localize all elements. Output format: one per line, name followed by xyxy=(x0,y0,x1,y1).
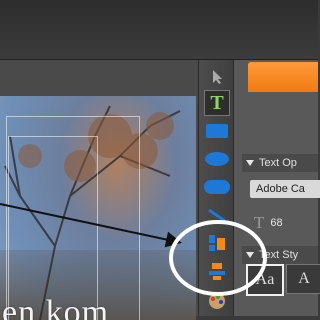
arrow-select-icon xyxy=(213,70,222,84)
toolbox: T xyxy=(198,60,234,316)
panel-tab-header[interactable] xyxy=(248,62,318,92)
color-wheel-icon xyxy=(209,293,225,309)
properties-panel: Text Op Adobe Ca T 68 Text Sty Aa A xyxy=(234,60,320,316)
text-tool-icon: T xyxy=(204,90,230,116)
font-size-value[interactable]: 68 xyxy=(270,217,282,229)
text-tool[interactable]: T xyxy=(201,90,233,116)
align-center-icon xyxy=(209,263,225,280)
photo-canvas[interactable]: en kom xyxy=(0,96,196,320)
text-bounds-guide-inner xyxy=(8,136,98,320)
select-tool[interactable] xyxy=(201,64,233,90)
align-left-icon xyxy=(209,235,225,251)
line-icon xyxy=(208,208,226,223)
color-tool[interactable] xyxy=(201,288,233,314)
align-left-tool[interactable] xyxy=(201,230,233,256)
canvas-area[interactable]: en kom xyxy=(0,60,198,320)
ellipse-icon xyxy=(205,152,229,166)
text-style-swatch[interactable]: Aa xyxy=(246,264,284,296)
font-family-select[interactable]: Adobe Ca xyxy=(250,180,320,198)
rectangle-tool[interactable] xyxy=(201,118,233,144)
rounded-rectangle-icon xyxy=(204,180,230,194)
canvas-text-layer[interactable]: en kom xyxy=(2,294,109,320)
ellipse-tool[interactable] xyxy=(201,146,233,172)
top-bar xyxy=(0,0,318,60)
collapse-triangle-icon xyxy=(246,160,254,166)
line-tool[interactable] xyxy=(201,202,233,228)
rectangle-icon xyxy=(206,124,228,138)
font-size-row: T 68 xyxy=(254,212,318,234)
font-size-icon: T xyxy=(254,213,265,232)
rounded-rectangle-tool[interactable] xyxy=(201,174,233,200)
text-styles-section-header[interactable]: Text Sty xyxy=(242,246,318,264)
text-style-swatch[interactable]: A xyxy=(286,264,320,294)
collapse-triangle-icon xyxy=(246,252,254,258)
text-options-section-header[interactable]: Text Op xyxy=(242,154,318,172)
align-center-tool[interactable] xyxy=(201,258,233,284)
